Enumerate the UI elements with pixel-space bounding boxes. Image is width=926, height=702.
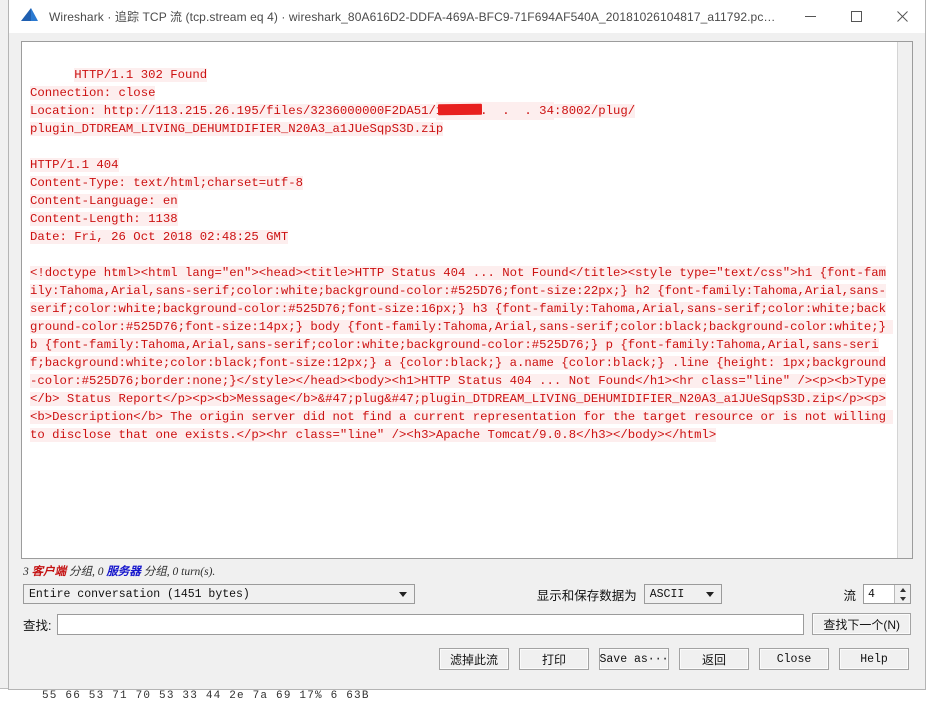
help-button[interactable]: Help (839, 648, 909, 670)
save-as-button[interactable]: Save as··· (599, 648, 669, 670)
encoding-select-value: ASCII (649, 587, 685, 601)
client-packets-word: 分组, (69, 566, 95, 578)
maximize-button[interactable] (833, 0, 879, 32)
dialog-button-bar: 滤掉此流 打印 Save as··· 返回 Close Help (9, 647, 925, 671)
dialog-titlebar[interactable]: Wireshark · 追踪 TCP 流 (tcp.stream eq 4) ·… (9, 0, 925, 33)
find-row: 查找: 查找下一个(N) (9, 612, 925, 636)
client-label: 客户端 (31, 566, 67, 578)
stepper-up-button[interactable] (895, 585, 910, 594)
close-button[interactable]: Close (759, 648, 829, 670)
maximize-icon (850, 10, 862, 22)
show-and-save-label: 显示和保存数据为 (536, 588, 637, 603)
turn-count: 0 turn(s). (172, 566, 216, 578)
chevron-down-icon (399, 592, 407, 597)
server-packets-word: 分组, (143, 566, 170, 578)
find-next-button[interactable]: 查找下一个(N) (812, 613, 911, 635)
stream-number-stepper[interactable]: 4 (863, 584, 911, 604)
find-input[interactable] (57, 613, 805, 635)
wireshark-fin-icon (19, 5, 41, 27)
stream-text[interactable]: HTTP/1.1 302 Found Connection: close Loc… (22, 42, 897, 558)
conversation-select-value: Entire conversation (1451 bytes) (29, 587, 250, 601)
stream-segment-server-1: HTTP/1.1 302 Found Connection: close Loc… (30, 68, 436, 118)
conversation-select[interactable]: Entire conversation (1451 bytes) (23, 584, 415, 604)
filter-out-this-stream-button[interactable]: 滤掉此流 (439, 648, 509, 670)
stream-number-value[interactable]: 4 (864, 585, 894, 603)
server-packet-count: 0 (97, 566, 104, 578)
stream-segment-server-2: :8002/plug/ plugin_DTDREAM_LIVING_DEHUMI… (30, 104, 894, 442)
back-button[interactable]: 返回 (679, 648, 749, 670)
encoding-select[interactable]: ASCII (643, 584, 722, 604)
packet-bytes-hex-row: 55 66 53 71 70 53 33 44 2e 7a 69 17% 6 6… (0, 688, 926, 702)
window-controls (787, 0, 925, 32)
chevron-down-icon (705, 592, 714, 597)
stream-options-row: Entire conversation (1451 bytes) 显示和保存数据… (9, 582, 925, 606)
print-button[interactable]: 打印 (519, 648, 589, 670)
close-icon (896, 10, 908, 22)
server-label: 服务器 (106, 566, 141, 578)
client-packet-count: 3 (23, 566, 29, 578)
minimize-button[interactable] (787, 0, 833, 32)
stream-number-label: 流 (843, 588, 856, 603)
stream-content-panel[interactable]: HTTP/1.1 302 Found Connection: close Loc… (21, 41, 913, 559)
stream-vertical-scrollbar[interactable] (897, 42, 912, 558)
packet-count-status: 3 客户端 分组, 0 服务器 分组, 0 turn(s). (23, 563, 925, 579)
triangle-up-icon (899, 587, 906, 592)
stepper-down-button[interactable] (895, 594, 910, 603)
find-label: 查找: (23, 618, 52, 633)
triangle-down-icon (899, 596, 906, 601)
dialog-bottom-padding (9, 671, 925, 689)
minimize-icon (804, 15, 816, 17)
follow-tcp-stream-dialog: Wireshark · 追踪 TCP 流 (tcp.stream eq 4) ·… (8, 0, 926, 690)
dialog-title: Wireshark · 追踪 TCP 流 (tcp.stream eq 4) ·… (49, 9, 776, 24)
redacted-ip-address: 119. . . . 34 (435, 102, 554, 120)
close-window-button[interactable] (879, 0, 925, 32)
stepper-buttons[interactable] (894, 585, 910, 603)
